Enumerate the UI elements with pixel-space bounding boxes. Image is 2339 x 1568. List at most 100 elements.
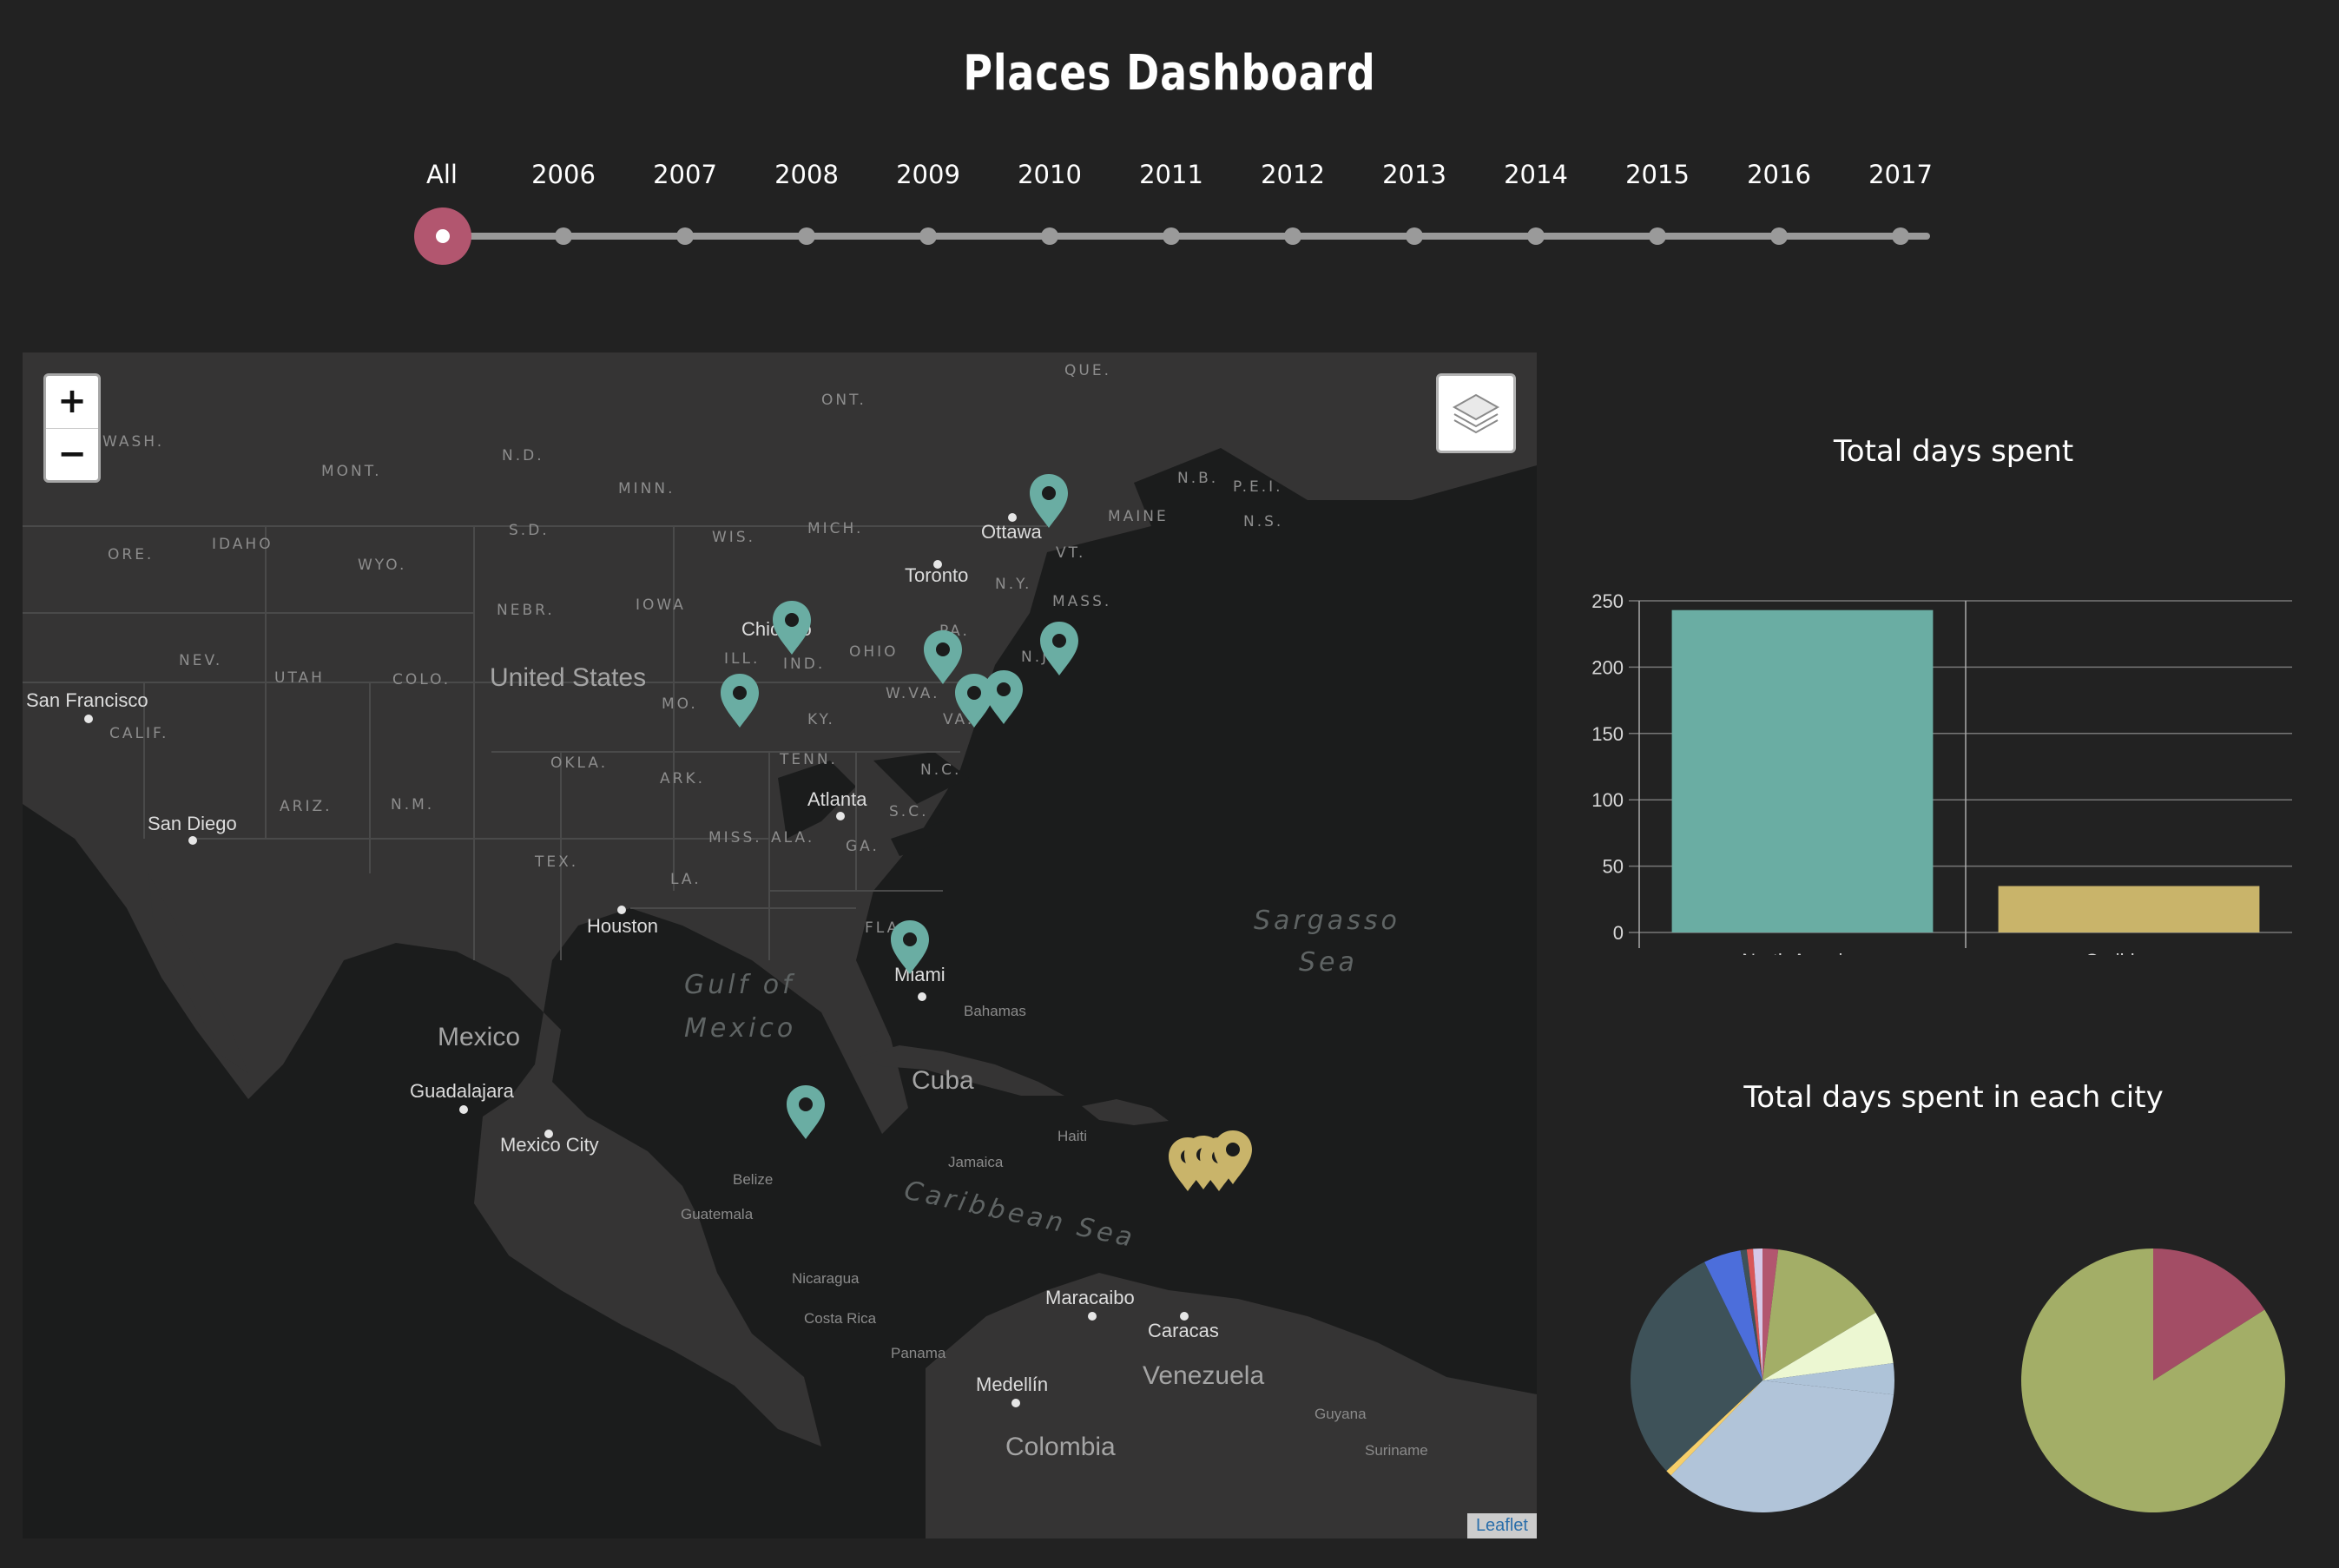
map-label-state: COLO. [392,671,451,688]
map-label-state: N.D. [502,447,544,464]
y-tick-label: 50 [1603,856,1624,878]
north-america-land [23,352,1537,1446]
map-label-city: Atlanta [807,788,867,810]
map-label-state: IND. [783,656,825,673]
timeline-stop-2006[interactable] [555,227,572,245]
map-label-small: Guatemala [681,1206,754,1222]
map-label-state: S.D. [509,522,550,539]
timeline-label-2006[interactable]: 2006 [511,160,616,189]
map-label-state: MO. [662,695,698,713]
map-label-state: N.Y. [995,576,1031,593]
timeline-label-2017[interactable]: 2017 [1848,160,1953,189]
timeline-label-2009[interactable]: 2009 [876,160,980,189]
map-label-state: NEV. [179,652,222,669]
map-label-state: W.VA. [886,685,940,702]
city-dot [188,836,197,845]
timeline-stop-2015[interactable] [1649,227,1666,245]
x-tick-label: North America [1742,950,1863,955]
city-dot [1180,1312,1189,1321]
map-label-state: GA. [846,838,880,855]
bar-caribbean[interactable] [1998,886,2260,932]
city-dot [84,715,93,723]
map-label-country: Cuba [912,1066,974,1095]
timeline-handle[interactable] [414,208,471,265]
y-tick-label: 250 [1591,590,1624,612]
map-label-state: MASS. [1052,593,1111,610]
zoom-in-button[interactable]: + [46,376,98,428]
timeline-stop-2014[interactable] [1527,227,1545,245]
timeline-label-2012[interactable]: 2012 [1241,160,1345,189]
pie-charts [1631,1248,2285,1512]
map-label-country: Mexico [438,1023,520,1051]
timeline-label-2015[interactable]: 2015 [1605,160,1710,189]
bar-north-america[interactable] [1671,609,1934,932]
map-label-country: United States [490,663,646,692]
year-timeline-slider[interactable]: All 2006 2007 2008 2009 2010 2011 2012 2013 2014 2… [0,0,2339,295]
timeline-label-2008[interactable]: 2008 [754,160,859,189]
timeline-stop-2011[interactable] [1163,227,1180,245]
bar-chart: 0 50 100 150 200 250 North America Caribbean [1591,590,2292,955]
timeline-stop-2007[interactable] [676,227,694,245]
timeline-label-2014[interactable]: 2014 [1484,160,1588,189]
map-label-city: San Francisco [26,689,148,711]
location-marker-icon[interactable] [787,1085,825,1139]
city-dot [933,560,942,569]
timeline-label-2016[interactable]: 2016 [1727,160,1831,189]
map-label-state: ALA. [771,829,814,847]
map-label-small: Belize [733,1171,773,1188]
map-label-state: LA. [670,871,702,888]
map-label-city: Guadalajara [410,1080,515,1102]
map-label-sea: Gulf of [684,970,795,1000]
timeline-label-2013[interactable]: 2013 [1362,160,1466,189]
map[interactable]: WASH. MONT. N.D. MINN. ONT. QUE. ORE. ID… [23,352,1537,1538]
layers-icon [1452,393,1500,434]
map-label-state: WASH. [102,433,164,451]
map-label-state: QUE. [1064,362,1111,379]
map-label-country: Colombia [1005,1433,1116,1461]
y-tick-label: 0 [1613,922,1624,944]
map-label-sea: Caribbean Sea [901,1176,1138,1255]
timeline-track[interactable] [442,233,1930,240]
map-label-state: WYO. [358,557,406,574]
timeline-stop-2008[interactable] [798,227,815,245]
map-tiles[interactable]: WASH. MONT. N.D. MINN. ONT. QUE. ORE. ID… [23,352,1537,1538]
timeline-stop-2013[interactable] [1406,227,1423,245]
location-marker-icon[interactable] [1040,622,1078,675]
map-label-state: VT. [1056,544,1085,562]
timeline-stop-2012[interactable] [1284,227,1301,245]
x-tick-label: Caribbean [2085,950,2173,955]
location-marker-icon[interactable] [985,670,1023,724]
map-label-state: ARK. [660,770,705,787]
timeline-label-2011[interactable]: 2011 [1119,160,1223,189]
timeline-label-2007[interactable]: 2007 [633,160,737,189]
timeline-stop-2009[interactable] [919,227,937,245]
map-label-small: Guyana [1314,1406,1367,1422]
map-label-city: Houston [587,915,658,937]
zoom-out-button[interactable]: − [46,428,98,480]
city-dot [836,812,845,820]
map-label-state: IDAHO [212,536,273,553]
map-attribution-link[interactable]: Leaflet [1466,1513,1537,1538]
map-label-small: Jamaica [948,1154,1004,1170]
timeline-label-2010[interactable]: 2010 [998,160,1102,189]
layers-control-button[interactable] [1436,373,1516,453]
map-label-state: WIS. [712,529,755,546]
timeline-stop-2010[interactable] [1041,227,1058,245]
map-label-state: CALIF. [109,725,168,742]
map-label-sea: Sargasso [1254,906,1400,936]
map-label-state: KY. [807,711,835,728]
map-label-small: Panama [891,1345,946,1361]
map-label-state: NEBR. [497,602,555,619]
map-label-state: N.M. [391,796,434,814]
timeline-label-all[interactable]: All [390,160,494,189]
map-label-state: ONT. [821,392,866,409]
timeline-stop-2017[interactable] [1892,227,1909,245]
map-label-city: Ottawa [981,521,1042,543]
map-label-small: Nicaragua [792,1270,860,1287]
timeline-stop-2016[interactable] [1770,227,1788,245]
map-label-small: Suriname [1365,1442,1428,1459]
bar-chart-title: Total days spent [1833,434,2074,469]
map-label-state: MONT. [321,463,382,480]
y-tick-label: 200 [1591,656,1624,678]
city-dot [918,992,926,1001]
